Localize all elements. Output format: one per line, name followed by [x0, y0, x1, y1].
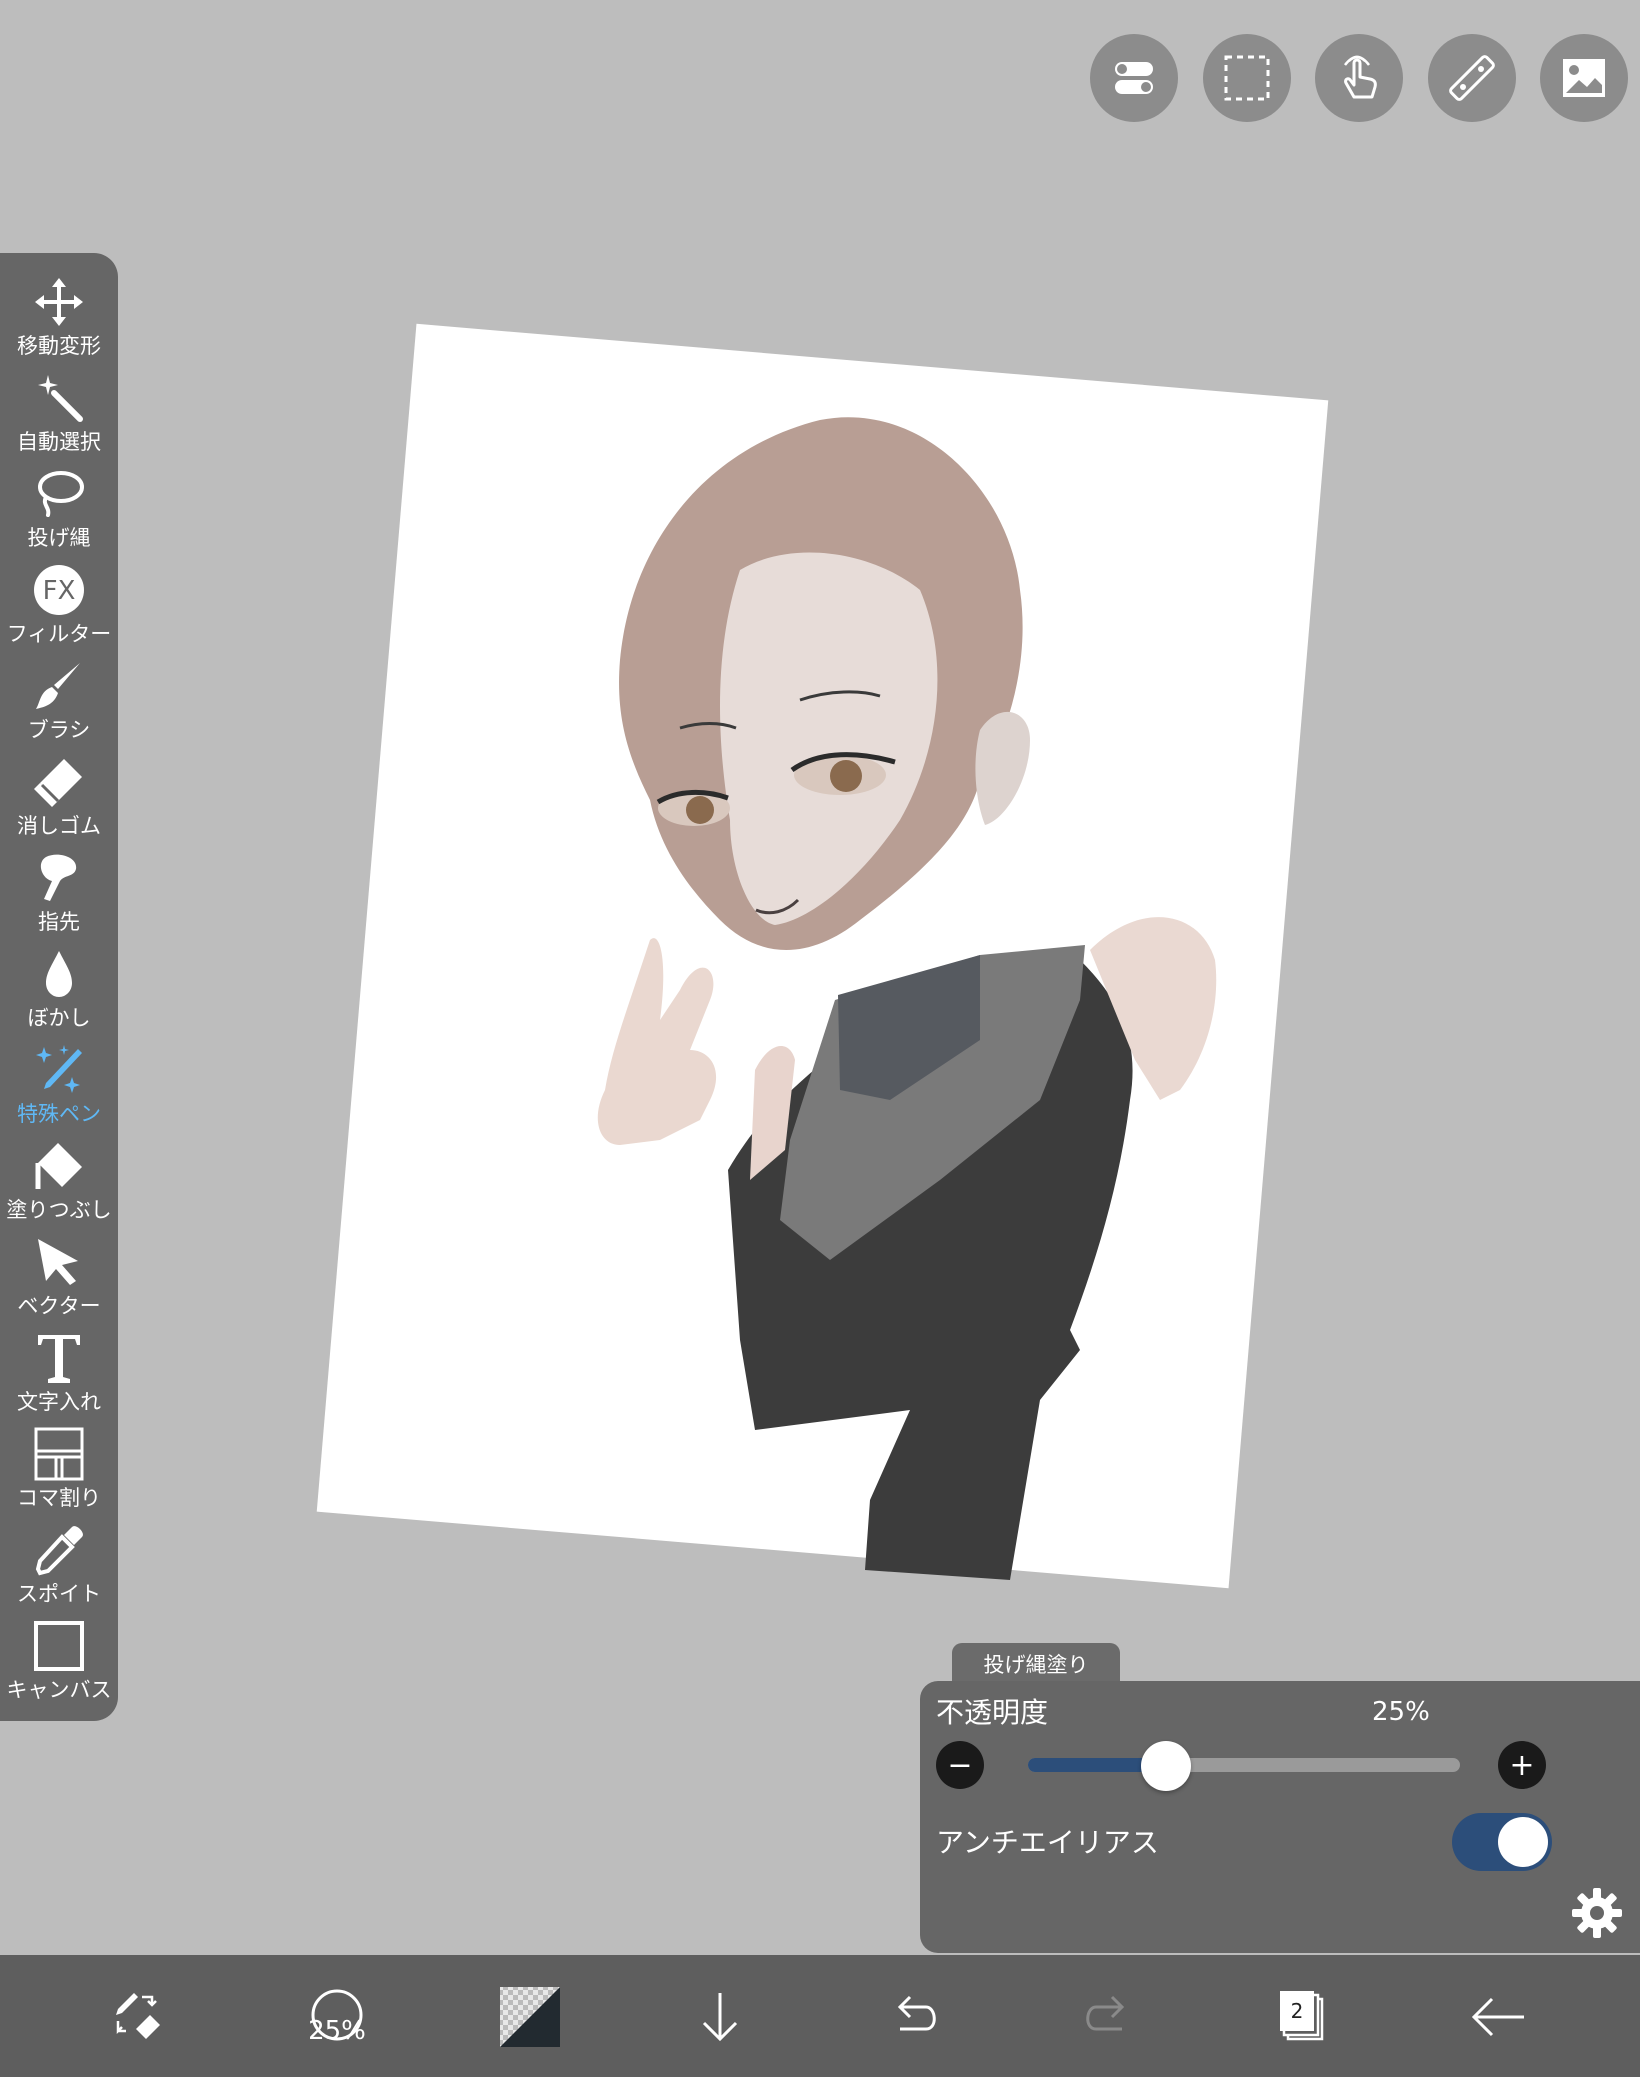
tool-label: ブラシ	[27, 718, 91, 742]
tool-label: キャンバス	[6, 1678, 112, 1702]
brush-size-text: 25%	[308, 2016, 366, 2046]
tool-label: コマ割り	[17, 1486, 101, 1510]
opacity-label: 不透明度	[936, 1696, 1049, 1729]
fx-filter-icon: FX	[34, 565, 84, 615]
gesture-button[interactable]	[1315, 34, 1403, 122]
tool-text[interactable]: 文字入れ	[0, 1329, 118, 1425]
tool-label: スポイト	[17, 1582, 101, 1606]
tool-brush[interactable]: ブラシ	[0, 657, 118, 753]
back-button[interactable]	[1458, 1977, 1538, 2057]
swap-pen-eraser-icon	[116, 1993, 160, 2039]
tool-magic-wand[interactable]: 自動選択	[0, 369, 118, 465]
tool-sidebar: 移動変形 自動選択 投げ縄 FX フィルター ブラシ 消しゴム 指先 ぼかし 特…	[0, 253, 118, 1721]
selection-icon	[1224, 55, 1270, 101]
eyedropper-icon	[35, 1526, 83, 1576]
color-swatch-button[interactable]	[490, 1977, 570, 2057]
canvas-icon	[34, 1621, 84, 1671]
ruler-button[interactable]	[1428, 34, 1516, 122]
tool-label: 消しゴム	[17, 814, 101, 838]
opacity-slider-knob[interactable]	[1141, 1741, 1191, 1791]
tool-label: 塗りつぶし	[6, 1198, 112, 1222]
tool-lasso[interactable]: 投げ縄	[0, 465, 118, 561]
artwork-illustration	[597, 417, 1217, 1580]
selection-button[interactable]	[1203, 34, 1291, 122]
tool-label: 文字入れ	[17, 1390, 101, 1414]
opacity-value: 25%	[1372, 1697, 1430, 1727]
antialias-toggle[interactable]	[1452, 1813, 1552, 1871]
tool-vector[interactable]: ベクター	[0, 1233, 118, 1329]
tool-label: 投げ縄	[27, 526, 91, 550]
tool-label: ベクター	[17, 1294, 101, 1318]
gear-icon[interactable]	[1570, 1886, 1624, 1940]
download-button[interactable]	[680, 1977, 760, 2057]
special-pen-icon	[36, 1045, 82, 1093]
antialias-toggle-knob	[1498, 1817, 1548, 1867]
tool-label: 移動変形	[17, 334, 101, 358]
gesture-hand-icon	[1344, 55, 1377, 99]
tool-eyedropper[interactable]: スポイト	[0, 1521, 118, 1617]
tool-canvas[interactable]: キャンバス	[0, 1617, 118, 1713]
blur-drop-icon	[46, 951, 72, 997]
tool-fill[interactable]: 塗りつぶし	[0, 1137, 118, 1233]
tool-smudge[interactable]: 指先	[0, 849, 118, 945]
lasso-fill-tab-label: 投げ縄塗り	[983, 1653, 1089, 1677]
frame-divider-icon	[34, 1427, 84, 1481]
fill-bucket-icon	[35, 1143, 82, 1189]
opacity-decrease-button[interactable]: −	[936, 1741, 984, 1789]
tool-filter[interactable]: FX フィルター	[0, 561, 118, 657]
fx-text: FX	[43, 576, 76, 606]
tool-label: 指先	[38, 910, 80, 934]
opacity-slider-track[interactable]	[1028, 1758, 1460, 1772]
material-image-icon	[1563, 59, 1605, 97]
eraser-icon	[34, 759, 82, 807]
brush-size-button[interactable]: 25%	[292, 1977, 382, 2057]
tool-special-pen[interactable]: 特殊ペン	[0, 1041, 118, 1137]
opacity-increase-button[interactable]: +	[1498, 1741, 1546, 1789]
minus-icon: −	[947, 1747, 973, 1783]
back-arrow-icon	[1471, 1997, 1524, 2037]
undo-icon	[897, 1995, 936, 2031]
plus-icon: +	[1509, 1747, 1535, 1783]
antialias-label: アンチエイリアス	[936, 1826, 1159, 1859]
undo-button[interactable]	[874, 1977, 954, 2057]
redo-icon	[1086, 1995, 1125, 2031]
move-transform-icon	[35, 278, 83, 326]
ruler-icon	[1449, 55, 1495, 101]
tool-move-transform[interactable]: 移動変形	[0, 273, 118, 369]
tool-blur[interactable]: ぼかし	[0, 945, 118, 1041]
download-arrow-icon	[702, 1993, 738, 2042]
magic-wand-icon	[38, 375, 83, 422]
tool-eraser[interactable]: 消しゴム	[0, 753, 118, 849]
lasso-fill-tab[interactable]: 投げ縄塗り	[952, 1643, 1120, 1685]
material-button[interactable]	[1540, 34, 1628, 122]
swap-pen-eraser-button[interactable]	[98, 1977, 178, 2057]
vector-arrow-icon	[38, 1239, 78, 1285]
tool-label: ぼかし	[27, 1006, 91, 1030]
smudge-finger-icon	[40, 854, 77, 901]
tool-label: フィルター	[6, 622, 112, 646]
color-swatch-icon	[500, 1987, 560, 2047]
tool-label: 自動選択	[17, 430, 101, 454]
toggle-settings-button[interactable]	[1090, 34, 1178, 122]
lasso-fill-panel: 不透明度 25% − + アンチエイリアス	[920, 1681, 1640, 1953]
text-icon	[38, 1335, 80, 1383]
redo-button[interactable]	[1068, 1977, 1148, 2057]
layers-button[interactable]: 2	[1262, 1977, 1342, 2057]
brush-icon	[36, 663, 80, 709]
tool-frame-divider[interactable]: コマ割り	[0, 1425, 118, 1521]
layer-count: 2	[1291, 1999, 1304, 2023]
layers-icon: 2	[1280, 1991, 1324, 2041]
toggle-settings-icon	[1115, 62, 1153, 94]
tool-label: 特殊ペン	[17, 1102, 101, 1126]
lasso-icon	[38, 471, 84, 517]
bottom-toolbar: 25% 2	[0, 1955, 1640, 2077]
